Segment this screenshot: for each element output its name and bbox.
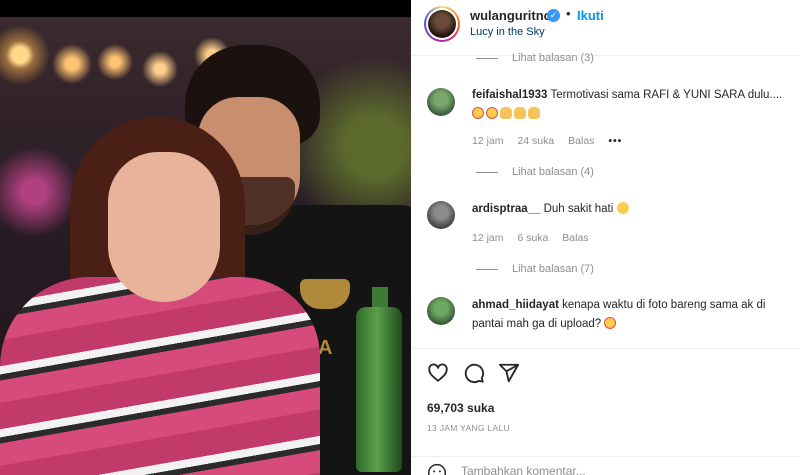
comment-time: 12 jam: [472, 232, 504, 244]
photo-bottle: [356, 307, 402, 472]
comment-meta: 12 jam 6 suka Balas: [472, 232, 600, 244]
photo-woman-face: [108, 152, 220, 302]
comment-avatar[interactable]: [427, 201, 455, 229]
comment-message: Termotivasi sama RAFI & YUNI SARA dulu..…: [550, 89, 783, 101]
heart-eyes-emoji-icon: [472, 107, 484, 119]
author-username[interactable]: wulanguritno: [470, 8, 552, 23]
clap-emoji-icon: [500, 107, 512, 119]
likes-count[interactable]: 69,703 suka: [427, 401, 494, 415]
dot-separator: •: [566, 6, 571, 21]
verified-icon: ✓: [547, 9, 560, 22]
sad-emoji-icon: [616, 202, 629, 214]
comment-username[interactable]: ahmad_hiidayat: [472, 299, 559, 311]
view-replies-link[interactable]: Lihat balasan (4): [476, 166, 594, 178]
comment-icon[interactable]: [463, 362, 485, 384]
heart-eyes-emoji-icon: [486, 107, 498, 119]
replies-line-icon: [476, 171, 498, 173]
angry-emoji-icon: [604, 317, 617, 329]
heart-icon[interactable]: [427, 362, 449, 384]
view-replies-label: Lihat balasan (7): [512, 263, 594, 275]
author-avatar[interactable]: [424, 6, 460, 42]
post-photo[interactable]: A: [0, 17, 411, 475]
photo-shirt-text: A: [318, 337, 333, 359]
comment-meta: 12 jam 24 suka Balas •••: [472, 135, 633, 147]
replies-line-icon: [476, 57, 498, 59]
share-icon[interactable]: [498, 362, 520, 384]
comment-text: feifaishal1933 Termotivasi sama RAFI & Y…: [472, 86, 790, 124]
add-comment-bar: [411, 456, 800, 475]
post-side-panel: wulanguritno ✓ • Ikuti Lucy in the Sky L…: [411, 0, 800, 475]
view-replies-label: Lihat balasan (4): [512, 166, 594, 178]
photo-woman-sweater: [0, 277, 320, 475]
comment-username[interactable]: feifaishal1933: [472, 89, 547, 101]
emoji-icon[interactable]: [427, 463, 447, 475]
post-timestamp: 13 JAM YANG LALU: [427, 423, 510, 433]
comment-username[interactable]: ardisptraa__: [472, 203, 540, 215]
clap-emoji-icon: [514, 107, 526, 119]
comment-likes[interactable]: 6 suka: [517, 232, 548, 244]
follow-button[interactable]: Ikuti: [577, 8, 604, 23]
comment-likes[interactable]: 24 suka: [517, 135, 554, 147]
audio-link[interactable]: Lucy in the Sky: [470, 26, 545, 38]
top-strip: [0, 0, 411, 17]
post-header: wulanguritno ✓ • Ikuti Lucy in the Sky: [411, 0, 800, 56]
replies-line-icon: [476, 268, 498, 270]
comment-input[interactable]: [461, 464, 741, 475]
photo-shirt-emblem: [300, 279, 350, 309]
comment-avatar[interactable]: [427, 88, 455, 116]
comment-text: ahmad_hiidayat kenapa waktu di foto bare…: [472, 296, 790, 334]
comment-message: Duh sakit hati: [543, 203, 614, 215]
reply-button[interactable]: Balas: [568, 135, 594, 147]
clap-emoji-icon: [528, 107, 540, 119]
view-replies-link[interactable]: Lihat balasan (3): [476, 52, 594, 64]
reply-button[interactable]: Balas: [562, 232, 588, 244]
post-actions: 69,703 suka 13 JAM YANG LALU: [411, 348, 800, 475]
comment-time: 12 jam: [472, 135, 504, 147]
view-replies-link[interactable]: Lihat balasan (7): [476, 263, 594, 275]
comment-avatar[interactable]: [427, 297, 455, 325]
more-options-icon[interactable]: •••: [608, 135, 622, 147]
view-replies-label: Lihat balasan (3): [512, 52, 594, 64]
comment-text: ardisptraa__ Duh sakit hati: [472, 200, 790, 219]
